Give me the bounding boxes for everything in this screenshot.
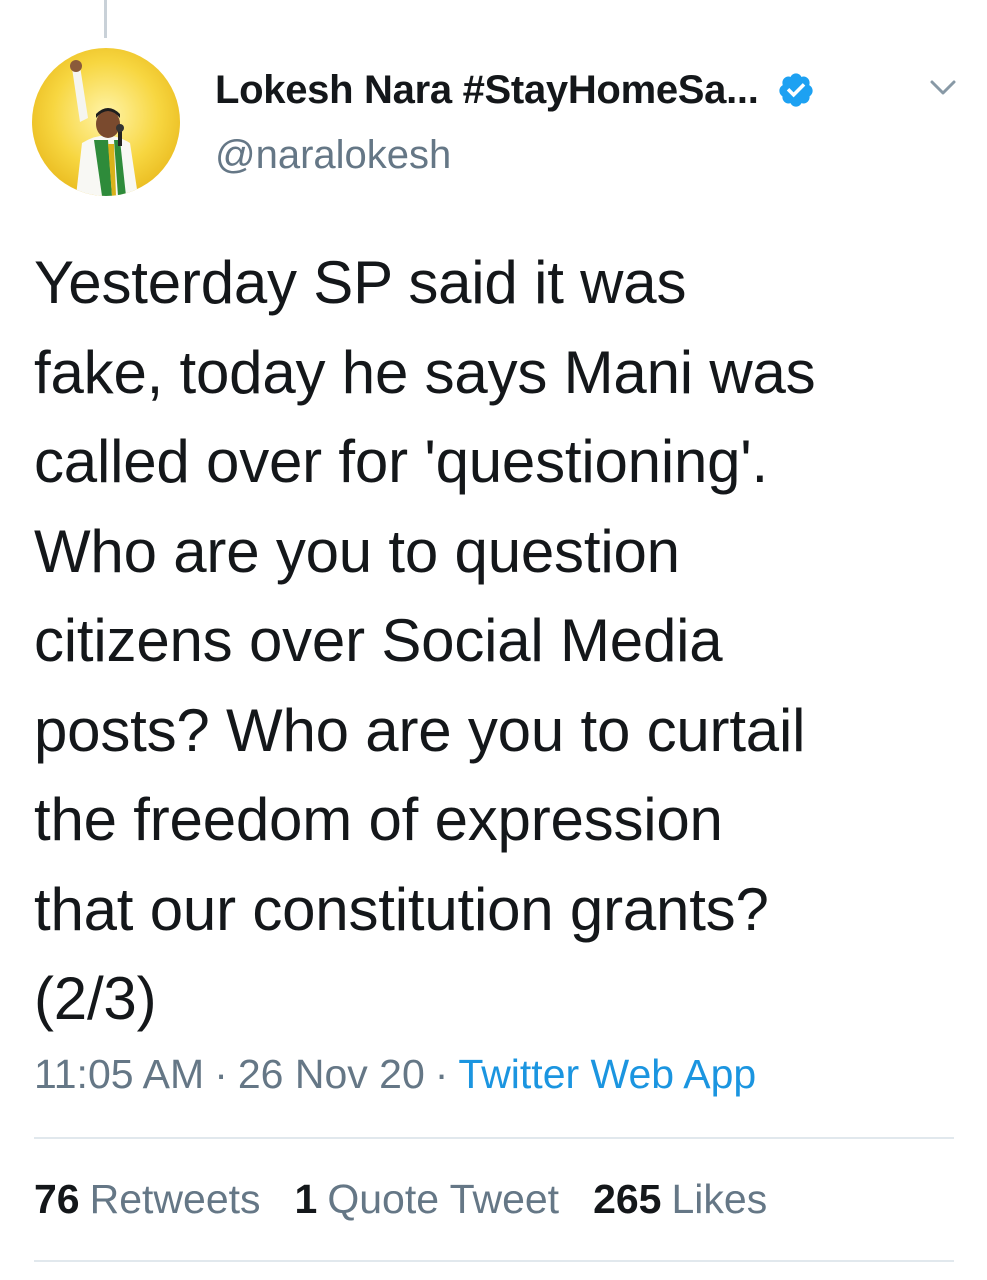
meta-separator: · <box>214 1051 228 1097</box>
tweet-metadata: 11:05 AM · 26 Nov 20 · Twitter Web App <box>34 1051 756 1098</box>
likes-stat[interactable]: 265 Likes <box>593 1176 767 1223</box>
quote-tweets-count: 1 <box>294 1176 318 1222</box>
author-display-name[interactable]: Lokesh Nara #StayHomeSa... <box>215 68 759 113</box>
quote-tweets-stat[interactable]: 1 Quote Tweet <box>295 1176 560 1223</box>
retweets-label: Retweets <box>89 1176 261 1222</box>
meta-separator: · <box>434 1051 449 1097</box>
chevron-down-icon[interactable] <box>925 74 961 102</box>
likes-label: Likes <box>671 1176 768 1222</box>
quote-tweets-label: Quote Tweet <box>327 1176 560 1222</box>
tweet-text: Yesterday SP said it was fake, today he … <box>34 249 816 1032</box>
author-handle[interactable]: @naralokesh <box>215 133 451 178</box>
retweets-count: 76 <box>34 1176 80 1222</box>
tweet-source-link[interactable]: Twitter Web App <box>458 1051 756 1097</box>
tweet-date[interactable]: 26 Nov 20 <box>238 1051 425 1097</box>
likes-count: 265 <box>593 1176 662 1222</box>
verified-badge-icon <box>778 73 813 107</box>
thread-connector-line <box>104 0 107 38</box>
divider <box>34 1260 954 1262</box>
author-name-row[interactable]: Lokesh Nara #StayHomeSa... <box>215 64 815 116</box>
divider <box>34 1137 954 1139</box>
avatar[interactable] <box>32 48 180 196</box>
tweet-stats: 76 Retweets 1 Quote Tweet 265 Likes <box>34 1176 801 1223</box>
retweets-stat[interactable]: 76 Retweets <box>34 1176 261 1223</box>
tweet-time[interactable]: 11:05 AM <box>34 1051 204 1097</box>
